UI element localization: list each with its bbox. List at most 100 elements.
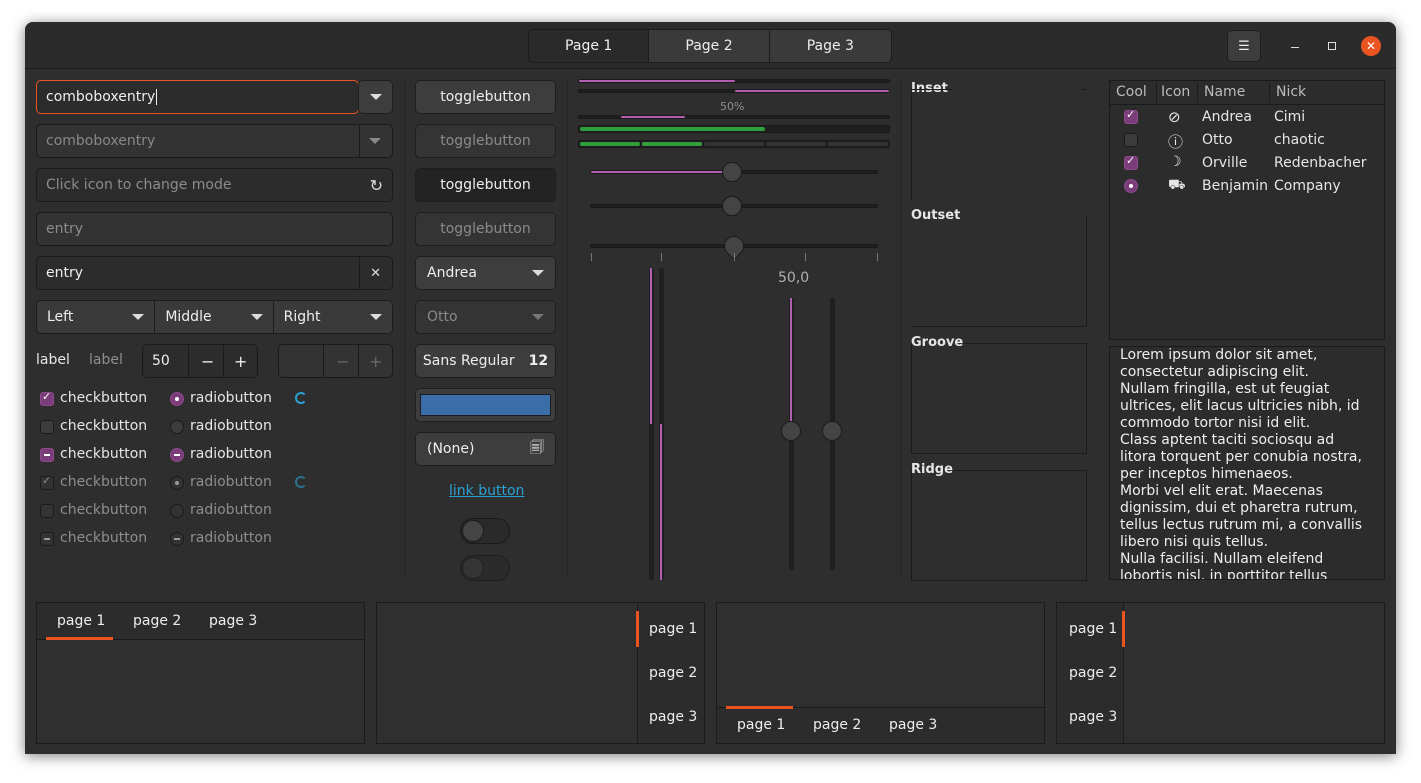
mode-entry[interactable]: Click icon to change mode ↻ bbox=[36, 168, 393, 202]
chevron-down-icon bbox=[250, 314, 263, 320]
link-button[interactable]: link button bbox=[449, 483, 524, 499]
radio-disabled-selected bbox=[170, 476, 184, 490]
radiobutton-label: radiobutton bbox=[190, 502, 272, 518]
tab-indicator bbox=[726, 706, 793, 709]
minus-icon[interactable]: − bbox=[201, 352, 214, 371]
radio-disabled bbox=[170, 504, 184, 518]
chevron-down-icon bbox=[532, 270, 544, 276]
tab-page-3[interactable]: page 3 bbox=[649, 709, 697, 725]
text-view[interactable]: Lorem ipsum dolor sit amet, consectetur … bbox=[1109, 346, 1385, 580]
minus-icon: − bbox=[336, 351, 350, 371]
row-nick: chaotic bbox=[1274, 132, 1325, 148]
radio-selected[interactable] bbox=[170, 392, 184, 406]
tab-page-2[interactable]: page 2 bbox=[649, 665, 697, 681]
entry-field[interactable]: entry ✕ bbox=[36, 256, 393, 290]
checkbox-mixed[interactable] bbox=[40, 448, 54, 462]
close-icon: ✕ bbox=[1365, 39, 1377, 53]
tab-page-3[interactable]: page 3 bbox=[1069, 709, 1117, 725]
progress-label: 50% bbox=[720, 100, 745, 113]
row-nick: Company bbox=[1274, 178, 1341, 194]
file-chooser-button[interactable]: (None) 🗐 bbox=[415, 432, 556, 466]
combobox-entry-focused[interactable]: comboboxentry bbox=[36, 80, 359, 114]
toggle-button-active-disabled: togglebutton bbox=[415, 212, 556, 246]
radiobutton-label: radiobutton bbox=[190, 418, 272, 434]
toggle-button-disabled: togglebutton bbox=[415, 124, 556, 158]
color-button[interactable] bbox=[415, 388, 556, 422]
clear-icon[interactable]: ✕ bbox=[370, 266, 381, 281]
frame-groove bbox=[911, 343, 1087, 454]
chevron-down-icon bbox=[369, 314, 382, 320]
radio-unselected[interactable] bbox=[170, 420, 184, 434]
radio-mixed[interactable] bbox=[170, 448, 184, 462]
spin-button-disabled: − + bbox=[278, 344, 393, 378]
combo-left[interactable]: Left bbox=[37, 301, 156, 333]
page-switch-2[interactable]: Page 2 bbox=[649, 30, 770, 62]
column-header-nick[interactable]: Nick bbox=[1276, 84, 1306, 100]
tab-page-2[interactable]: page 2 bbox=[1069, 665, 1117, 681]
vertical-scale-2-handle[interactable] bbox=[822, 421, 842, 441]
plus-icon[interactable]: + bbox=[234, 352, 247, 371]
checkbox-disabled bbox=[40, 504, 54, 518]
row-name: Otto bbox=[1202, 132, 1233, 148]
exclamation-icon: ⓘ bbox=[1168, 133, 1184, 151]
tree-view[interactable]: Cool Icon Name Nick ✓ ⊘ Andrea Cimi ⓘ Ot… bbox=[1109, 80, 1385, 340]
tree-header: Cool Icon Name Nick bbox=[1110, 81, 1384, 105]
combo-right[interactable]: Right bbox=[273, 301, 392, 333]
color-swatch bbox=[420, 394, 551, 416]
radiobutton-label: radiobutton bbox=[190, 446, 272, 462]
row-cool-checkbox[interactable]: ✓ bbox=[1124, 108, 1138, 124]
radio-disabled-mixed bbox=[170, 532, 184, 546]
column-header-icon[interactable]: Icon bbox=[1161, 84, 1190, 100]
tab-page-1[interactable]: page 1 bbox=[649, 621, 697, 637]
progress-bar-1 bbox=[578, 79, 890, 83]
tab-page-2[interactable]: page 2 bbox=[133, 613, 181, 629]
refresh-icon[interactable]: ↻ bbox=[370, 176, 383, 195]
column-header-cool[interactable]: Cool bbox=[1116, 84, 1147, 100]
menu-button[interactable]: ☰ bbox=[1227, 30, 1261, 62]
progress-bar-pulse bbox=[578, 115, 890, 119]
page-switch-3[interactable]: Page 3 bbox=[769, 30, 891, 62]
tab-page-1[interactable]: page 1 bbox=[737, 717, 785, 733]
tab-page-1[interactable]: page 1 bbox=[57, 613, 105, 629]
checkbox-unchecked[interactable] bbox=[40, 420, 54, 434]
column-header-name[interactable]: Name bbox=[1204, 84, 1245, 100]
combo-andrea[interactable]: Andrea bbox=[415, 256, 556, 290]
header-bar: Page 1 Page 2 Page 3 ☰ ✕ bbox=[25, 22, 1396, 69]
combobox-dropdown-button[interactable] bbox=[358, 80, 393, 114]
entry-placeholder-field[interactable]: entry bbox=[36, 212, 393, 246]
vertical-scale-1-handle[interactable] bbox=[781, 421, 801, 441]
tab-page-3[interactable]: page 3 bbox=[889, 717, 937, 733]
frame-ridge bbox=[911, 470, 1087, 581]
row-cool-checkbox[interactable] bbox=[1124, 133, 1138, 147]
document-icon: 🗐 bbox=[530, 440, 544, 456]
maximize-icon bbox=[1328, 42, 1336, 50]
scale-1-handle[interactable] bbox=[722, 162, 742, 182]
close-button[interactable]: ✕ bbox=[1361, 36, 1381, 56]
row-cool-checkbox[interactable]: ✓ bbox=[1124, 154, 1138, 170]
tab-page-2[interactable]: page 2 bbox=[813, 717, 861, 733]
notebook-top: page 1 page 2 page 3 bbox=[36, 602, 365, 744]
tab-indicator bbox=[636, 611, 639, 647]
scale-2-handle[interactable] bbox=[722, 196, 742, 216]
page-switch-1[interactable]: Page 1 bbox=[529, 30, 650, 62]
spin-button[interactable]: 50 − + bbox=[142, 344, 258, 378]
chevron-down-icon bbox=[532, 314, 544, 320]
minimize-button[interactable] bbox=[1285, 36, 1305, 56]
tab-page-1[interactable]: page 1 bbox=[1069, 621, 1117, 637]
toggle-button-active[interactable]: togglebutton bbox=[415, 168, 556, 202]
switch-off[interactable] bbox=[460, 518, 510, 544]
combo-middle[interactable]: Middle bbox=[155, 301, 274, 333]
maximize-button[interactable] bbox=[1322, 36, 1342, 56]
checkbutton-label: checkbutton bbox=[60, 502, 148, 518]
tab-page-3[interactable]: page 3 bbox=[209, 613, 257, 629]
checkbox-checked[interactable]: ✓ bbox=[40, 390, 54, 406]
checkbutton-label: checkbutton bbox=[60, 390, 148, 406]
font-button[interactable]: Sans Regular 12 bbox=[415, 344, 556, 378]
row-nick: Redenbacher bbox=[1274, 155, 1367, 171]
spin-value: 50 bbox=[152, 353, 170, 369]
row-cool-radio[interactable] bbox=[1124, 179, 1138, 193]
segmented-combo-group: Left Middle Right bbox=[36, 300, 393, 334]
toggle-button[interactable]: togglebutton bbox=[415, 80, 556, 114]
combobox-entry-disabled-text: comboboxentry bbox=[46, 133, 156, 149]
spinner-icon bbox=[295, 392, 307, 404]
